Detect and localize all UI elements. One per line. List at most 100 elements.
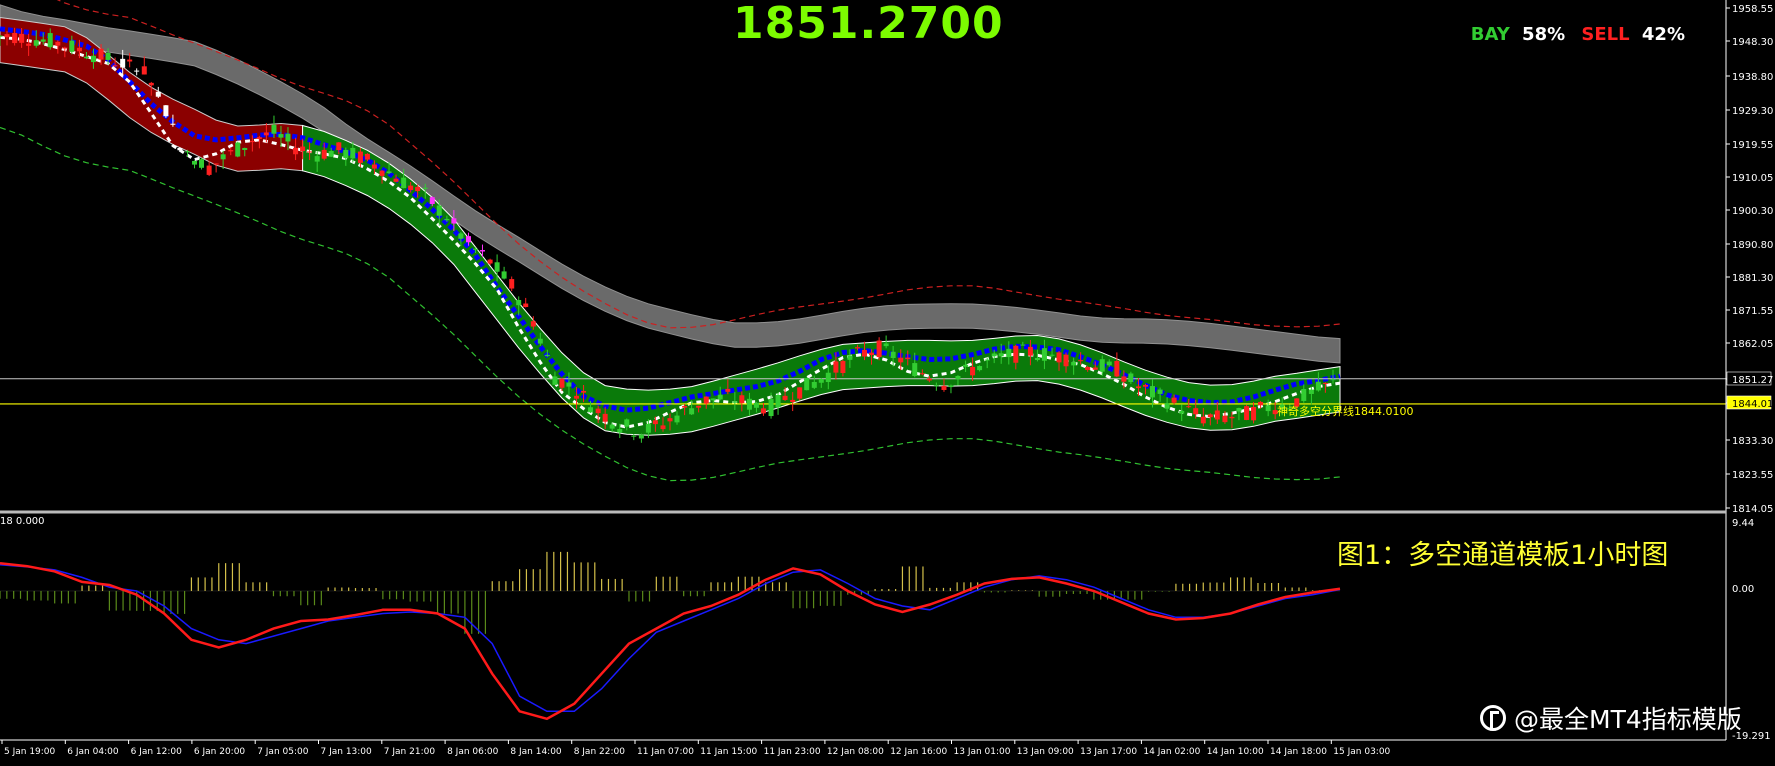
candle-body [1142,384,1148,387]
candle-body [141,66,147,75]
time-tick-label: 5 Jan 19:00 [4,747,56,757]
candle-body [883,343,889,347]
time-tick-label: 6 Jan 04:00 [67,747,119,757]
candle-body [47,33,53,48]
candle-body [55,41,61,46]
candle-body [436,205,442,216]
candle-body [242,147,248,151]
candle-body [12,32,18,44]
price-tick-label: 1900.30 [1732,206,1773,217]
candle-body [451,218,457,224]
candle-body [717,394,723,400]
candle-body [566,382,572,387]
candle-body [674,415,680,423]
candle-body [408,185,414,191]
candle-body [660,425,666,430]
candle-body [1106,361,1112,366]
candle-body [1258,401,1264,406]
candle-body [76,47,82,52]
price-tick-label: 1823.55 [1732,470,1773,481]
candle-body [4,34,10,38]
price-tick-label: 1948.30 [1732,37,1773,48]
price-tick-label: 1844.01 [1732,399,1773,410]
candle-body [998,353,1004,357]
candle-body [1013,345,1019,363]
candle-body [588,407,594,413]
candle-body [235,142,241,157]
candle-body [350,147,356,159]
candle-body [624,419,630,427]
price-tick-label: 1862.05 [1732,339,1773,350]
candle-body [516,299,522,306]
candle-body [984,359,990,361]
price-tick-label: 1833.30 [1732,436,1773,447]
candle-body [559,378,565,388]
candle-body [926,378,932,381]
candle-body [40,39,46,42]
candle-body [703,396,709,404]
candle-body [278,134,284,138]
candle-body [127,59,133,62]
price-tick-label: 1910.05 [1732,173,1773,184]
watermark-text: @最全MT4指标模版 [1514,705,1742,734]
candle-body [682,406,688,408]
candle-body [285,133,291,142]
candle-body [170,123,176,125]
candle-body [818,378,824,383]
candle-body [631,435,637,437]
time-tick-label: 13 Jan 01:00 [954,747,1011,757]
candle-body [768,399,774,417]
trading-chart: 1958.55 1948.30 1938.80 1929.30 1919.55 1910.… [0,0,1773,757]
candle-body [732,401,738,403]
candle-body [98,48,104,60]
candle-body [833,361,839,373]
candle-body [314,156,320,162]
candle-body [429,197,435,204]
candle-body [1027,346,1033,356]
candle-body [1085,367,1091,370]
candle-body [1301,389,1307,401]
candle-body [876,340,882,358]
candle-body [343,149,349,159]
bullish-channel-fill [302,124,1341,436]
candle-body [1114,361,1120,377]
candle-body [364,153,370,160]
candle-body [487,259,493,264]
candle-body [228,150,234,152]
candle-body [220,154,226,160]
candle-body [1149,386,1155,398]
candle-body [1157,389,1163,394]
candle-body [62,47,68,49]
candle-body [69,40,75,52]
candle-body [371,164,377,169]
candle-body [263,132,269,136]
figure-caption: 图1：多空通道模板1小时图 [1337,540,1669,571]
candle-body [638,434,644,439]
candle-body [602,413,608,422]
sentiment-indicator: BAY 58% SELL 42% [1465,24,1685,45]
candle-body [941,385,947,390]
candle-body [300,146,306,152]
candle-body [177,147,183,151]
candle-body [271,124,277,134]
candle-body [1251,406,1257,421]
candle-body [328,151,334,157]
price-tick-label: 1814.05 [1732,504,1773,515]
candle-body [90,55,96,63]
candle-body [696,405,702,408]
time-tick-label: 6 Jan 12:00 [131,747,183,757]
candle-body [509,279,515,289]
candle-body [775,394,781,408]
time-tick-label: 11 Jan 07:00 [637,747,694,757]
candle-body [530,321,536,327]
candle-body [19,33,25,43]
candle-body [1193,408,1199,415]
candle-body [797,387,803,399]
candle-body [753,402,759,408]
candle-body [609,424,615,429]
candle-body [307,151,313,153]
candle-body [804,377,810,391]
candle-body [1092,367,1098,370]
macd-tick-label: 9.44 [1732,518,1754,529]
candle-body [667,418,673,422]
